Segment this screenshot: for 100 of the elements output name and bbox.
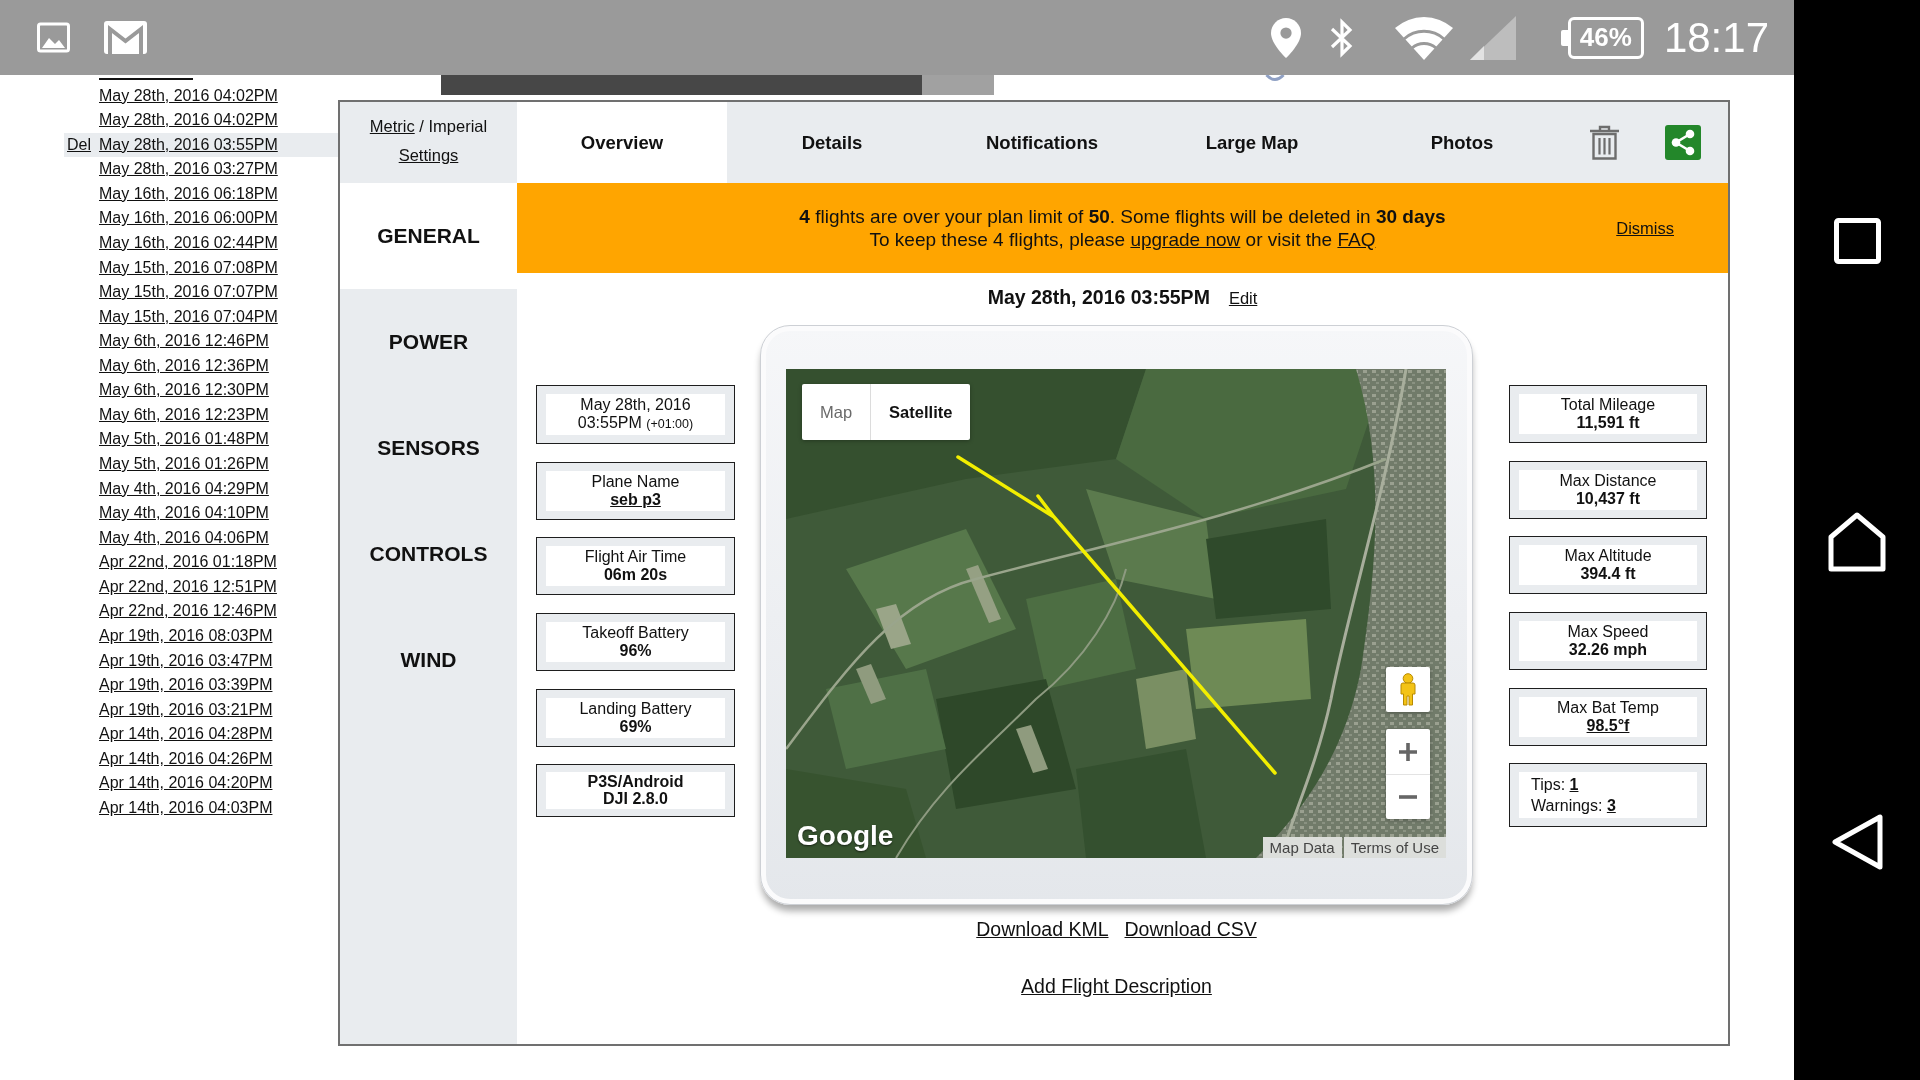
section-link[interactable]: WIND xyxy=(340,607,517,713)
person-icon xyxy=(1397,673,1419,706)
flight-link[interactable]: May 28th, 2016 04:02PM xyxy=(99,108,278,133)
flight-link[interactable]: May 5th, 2016 01:48PM xyxy=(99,427,269,452)
tab[interactable]: Photos xyxy=(1357,102,1567,183)
stat-label: Total Mileage xyxy=(1560,396,1656,413)
stat-label: Plane Name xyxy=(591,472,680,490)
flight-link[interactable]: Apr 14th, 2016 04:03PM xyxy=(99,795,273,821)
section-link[interactable]: POWER xyxy=(340,289,517,395)
count-link[interactable]: 3 xyxy=(1606,797,1616,815)
stat-label: Takeoff Battery xyxy=(582,624,689,642)
arc-icon xyxy=(1265,75,1285,81)
section-link[interactable]: GENERAL xyxy=(340,183,517,289)
home-icon[interactable] xyxy=(1828,512,1886,572)
tab[interactable]: Notifications xyxy=(937,102,1147,183)
plus-icon xyxy=(1399,742,1417,761)
signal-icon xyxy=(1469,15,1516,60)
stat-label: Flight Air Time xyxy=(584,548,687,566)
stat-value: 96% xyxy=(619,642,652,660)
stat-link[interactable]: seb p3 xyxy=(610,490,661,508)
location-icon xyxy=(1270,17,1301,58)
minus-icon xyxy=(1399,795,1417,799)
share-icon[interactable] xyxy=(1665,125,1701,160)
stat-label: Max Distance xyxy=(1559,471,1657,489)
delete-link[interactable]: Del xyxy=(67,132,91,158)
section-link[interactable]: SENSORS xyxy=(340,395,517,501)
flight-link[interactable]: May 28th, 2016 03:27PM xyxy=(99,157,278,182)
stat-value: 32.26 mph xyxy=(1568,641,1648,659)
flight-link[interactable]: Apr 19th, 2016 08:03PM xyxy=(99,623,273,649)
stat-label: Max Bat Temp xyxy=(1557,698,1659,716)
tab[interactable]: Large Map xyxy=(1147,102,1357,183)
stat-label: Max Altitude xyxy=(1564,547,1652,565)
stat-value: 394.4 ft xyxy=(1580,565,1636,583)
alert-message: 4 flights are over your plan limit of 50. Some flights will be deleted in 30 days To keep these 4 flights, please upgrade now or visit the FAQ xyxy=(799,205,1446,251)
recent-apps-icon[interactable] xyxy=(1833,218,1881,264)
stat-date: May 28th, 2016 xyxy=(580,396,691,413)
flight-link[interactable]: May 15th, 2016 07:04PM xyxy=(99,304,278,330)
trash-icon[interactable] xyxy=(1589,125,1620,160)
count-label: Tips: 1 xyxy=(1531,776,1579,794)
dismiss-link[interactable]: Dismiss xyxy=(1616,218,1674,238)
flight-link[interactable]: Apr 19th, 2016 03:39PM xyxy=(99,673,273,698)
flight-link[interactable]: May 6th, 2016 12:30PM xyxy=(99,378,269,403)
flight-link[interactable]: May 16th, 2016 06:00PM xyxy=(99,206,278,231)
stat-time: 03:55PM (+01:00) xyxy=(577,414,694,431)
flight-link[interactable]: Apr 19th, 2016 03:47PM xyxy=(99,648,273,674)
flight-link[interactable]: Apr 22nd, 2016 12:51PM xyxy=(99,574,277,600)
section-link[interactable]: CONTROLS xyxy=(340,501,517,607)
stat-link[interactable]: 98.5°f xyxy=(1586,716,1630,734)
map-footer-link[interactable]: Map Data xyxy=(1262,837,1342,858)
map-footer-link[interactable]: Terms of Use xyxy=(1343,837,1446,858)
unit-link[interactable]: Metric xyxy=(369,117,415,135)
device-info: DJI 2.8.0 xyxy=(603,789,668,807)
tab[interactable]: Details xyxy=(727,102,937,183)
battery-indicator: 46% xyxy=(1560,16,1644,59)
flight-link[interactable]: May 5th, 2016 01:26PM xyxy=(99,452,269,477)
count-link[interactable]: 1 xyxy=(1569,776,1579,794)
flight-link[interactable]: May 15th, 2016 07:08PM xyxy=(99,255,278,281)
flight-link[interactable]: May 15th, 2016 07:07PM xyxy=(99,280,278,305)
edit-link[interactable]: Edit xyxy=(1228,286,1258,310)
flight-link[interactable]: May 6th, 2016 12:23PM xyxy=(99,402,269,428)
alert-link[interactable]: FAQ xyxy=(1337,229,1376,250)
flight-link[interactable]: May 28th, 2016 03:55PM xyxy=(99,132,278,158)
back-icon[interactable] xyxy=(1831,814,1883,870)
flight-link[interactable]: May 4th, 2016 04:10PM xyxy=(99,501,269,526)
wifi-icon xyxy=(1394,15,1453,60)
flight-title: May 28th, 2016 03:55PM xyxy=(987,285,1210,309)
flight-link[interactable]: May 6th, 2016 12:36PM xyxy=(99,353,269,379)
stat-label: Landing Battery xyxy=(579,699,692,717)
stat-value: 10,437 ft xyxy=(1575,489,1640,507)
alert-link[interactable]: upgrade now xyxy=(1130,229,1241,250)
flight-link[interactable]: Apr 22nd, 2016 01:18PM xyxy=(99,550,277,575)
flight-link[interactable]: Apr 14th, 2016 04:28PM xyxy=(99,722,273,747)
tab[interactable]: Overview xyxy=(517,102,727,183)
flight-link[interactable]: May 16th, 2016 02:44PM xyxy=(99,230,278,256)
unit-label: Imperial xyxy=(428,117,488,135)
download-link[interactable]: Download CSV xyxy=(1124,917,1257,941)
add-description-link[interactable]: Add Flight Description xyxy=(1021,974,1212,998)
map-logo: Google xyxy=(797,820,894,852)
map-type-button[interactable]: Map xyxy=(802,384,871,440)
flight-link[interactable]: May 4th, 2016 04:29PM xyxy=(99,476,269,502)
settings-link[interactable]: Settings xyxy=(398,146,459,164)
count-label: Warnings: 3 xyxy=(1531,797,1616,815)
flight-link[interactable]: Apr 14th, 2016 04:26PM xyxy=(99,746,273,772)
clock-time: 18:17 xyxy=(1663,13,1769,62)
flight-link[interactable]: May 6th, 2016 12:46PM xyxy=(99,329,269,354)
map-type-button[interactable]: Satellite xyxy=(870,384,971,440)
flight-link[interactable]: May 28th, 2016 04:02PM xyxy=(99,83,278,109)
device-info: P3S/Android xyxy=(587,773,684,791)
flight-link[interactable]: Apr 19th, 2016 03:21PM xyxy=(99,697,273,723)
image-icon xyxy=(37,21,70,54)
flight-link[interactable]: Apr 14th, 2016 04:20PM xyxy=(99,771,273,796)
street-view-button[interactable] xyxy=(1386,667,1430,712)
flight-link[interactable]: May 4th, 2016 04:06PM xyxy=(99,525,269,551)
stat-value: 06m 20s xyxy=(603,566,668,584)
separator-text: / xyxy=(419,117,424,135)
flight-link[interactable]: May 16th, 2016 06:18PM xyxy=(99,181,278,207)
stat-label: Max Speed xyxy=(1567,623,1649,641)
flight-link[interactable]: Apr 22nd, 2016 12:46PM xyxy=(99,599,277,624)
download-link[interactable]: Download KML xyxy=(976,917,1109,941)
stat-value: 11,591 ft xyxy=(1576,414,1640,431)
